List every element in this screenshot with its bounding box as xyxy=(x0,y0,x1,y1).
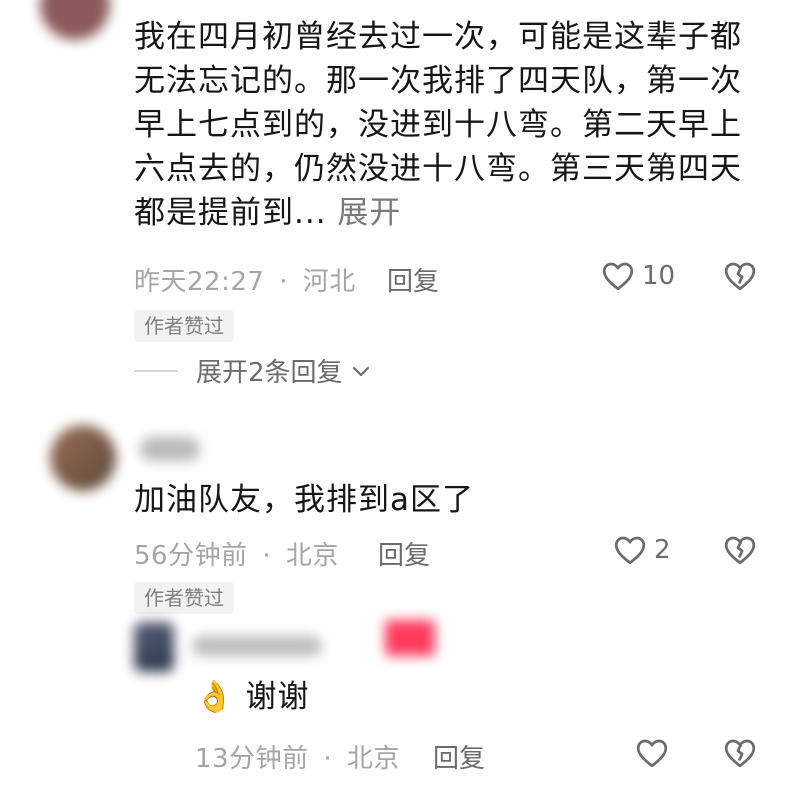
chevron-down-icon xyxy=(349,359,373,383)
author-tag xyxy=(385,620,435,656)
location: 河北 xyxy=(302,267,356,297)
like-count: 10 xyxy=(642,261,676,291)
reply-button[interactable]: 回复 xyxy=(433,738,485,775)
expand-replies-label: 展开2条回复 xyxy=(196,358,343,388)
meta-separator: · xyxy=(323,744,333,774)
reply-button[interactable]: 回复 xyxy=(378,535,430,572)
timestamp: 昨天22:27 xyxy=(134,267,265,297)
reply-meta: 13分钟前 · 北京 xyxy=(195,738,400,775)
comment-meta: 56分钟前 · 北京 xyxy=(134,535,339,572)
comment-body: 我在四月初曾经去过一次，可能是这辈子都无法忘记的。那一次我排了四天队，第一次早上… xyxy=(134,19,742,231)
avatar[interactable] xyxy=(50,425,116,491)
dislike-icon[interactable] xyxy=(722,735,758,771)
timestamp: 56分钟前 xyxy=(134,541,248,571)
location: 北京 xyxy=(285,541,339,571)
author-liked-badge: 作者赞过 xyxy=(134,310,234,342)
username[interactable] xyxy=(140,437,200,461)
divider xyxy=(134,369,178,372)
expand-link[interactable]: 展开 xyxy=(337,195,401,231)
ok-hand-icon: 👌 xyxy=(195,679,235,715)
heart-icon[interactable] xyxy=(612,532,648,568)
dislike-icon[interactable] xyxy=(722,258,758,294)
avatar[interactable] xyxy=(134,622,174,672)
author-liked-badge: 作者赞过 xyxy=(134,582,234,614)
comment-body: 加油队友，我排到a区了 xyxy=(134,482,474,518)
like-count: 2 xyxy=(654,535,671,565)
avatar[interactable] xyxy=(40,0,110,40)
reply-body: 谢谢 xyxy=(245,679,310,715)
meta-separator: · xyxy=(279,267,288,297)
dislike-icon[interactable] xyxy=(722,532,758,568)
timestamp: 13分钟前 xyxy=(195,744,309,774)
comment-text: 我在四月初曾经去过一次，可能是这辈子都无法忘记的。那一次我排了四天队，第一次早上… xyxy=(134,15,744,235)
username[interactable] xyxy=(192,636,322,656)
meta-separator: · xyxy=(262,541,272,571)
expand-replies-button[interactable]: 展开2条回复 xyxy=(134,352,373,389)
comment-meta: 昨天22:27 · 河北 xyxy=(134,261,356,298)
heart-icon[interactable] xyxy=(634,735,670,771)
reply-button[interactable]: 回复 xyxy=(387,261,439,298)
location: 北京 xyxy=(346,744,400,774)
reply-text: 👌 谢谢 xyxy=(195,675,309,719)
heart-icon[interactable] xyxy=(600,258,636,294)
